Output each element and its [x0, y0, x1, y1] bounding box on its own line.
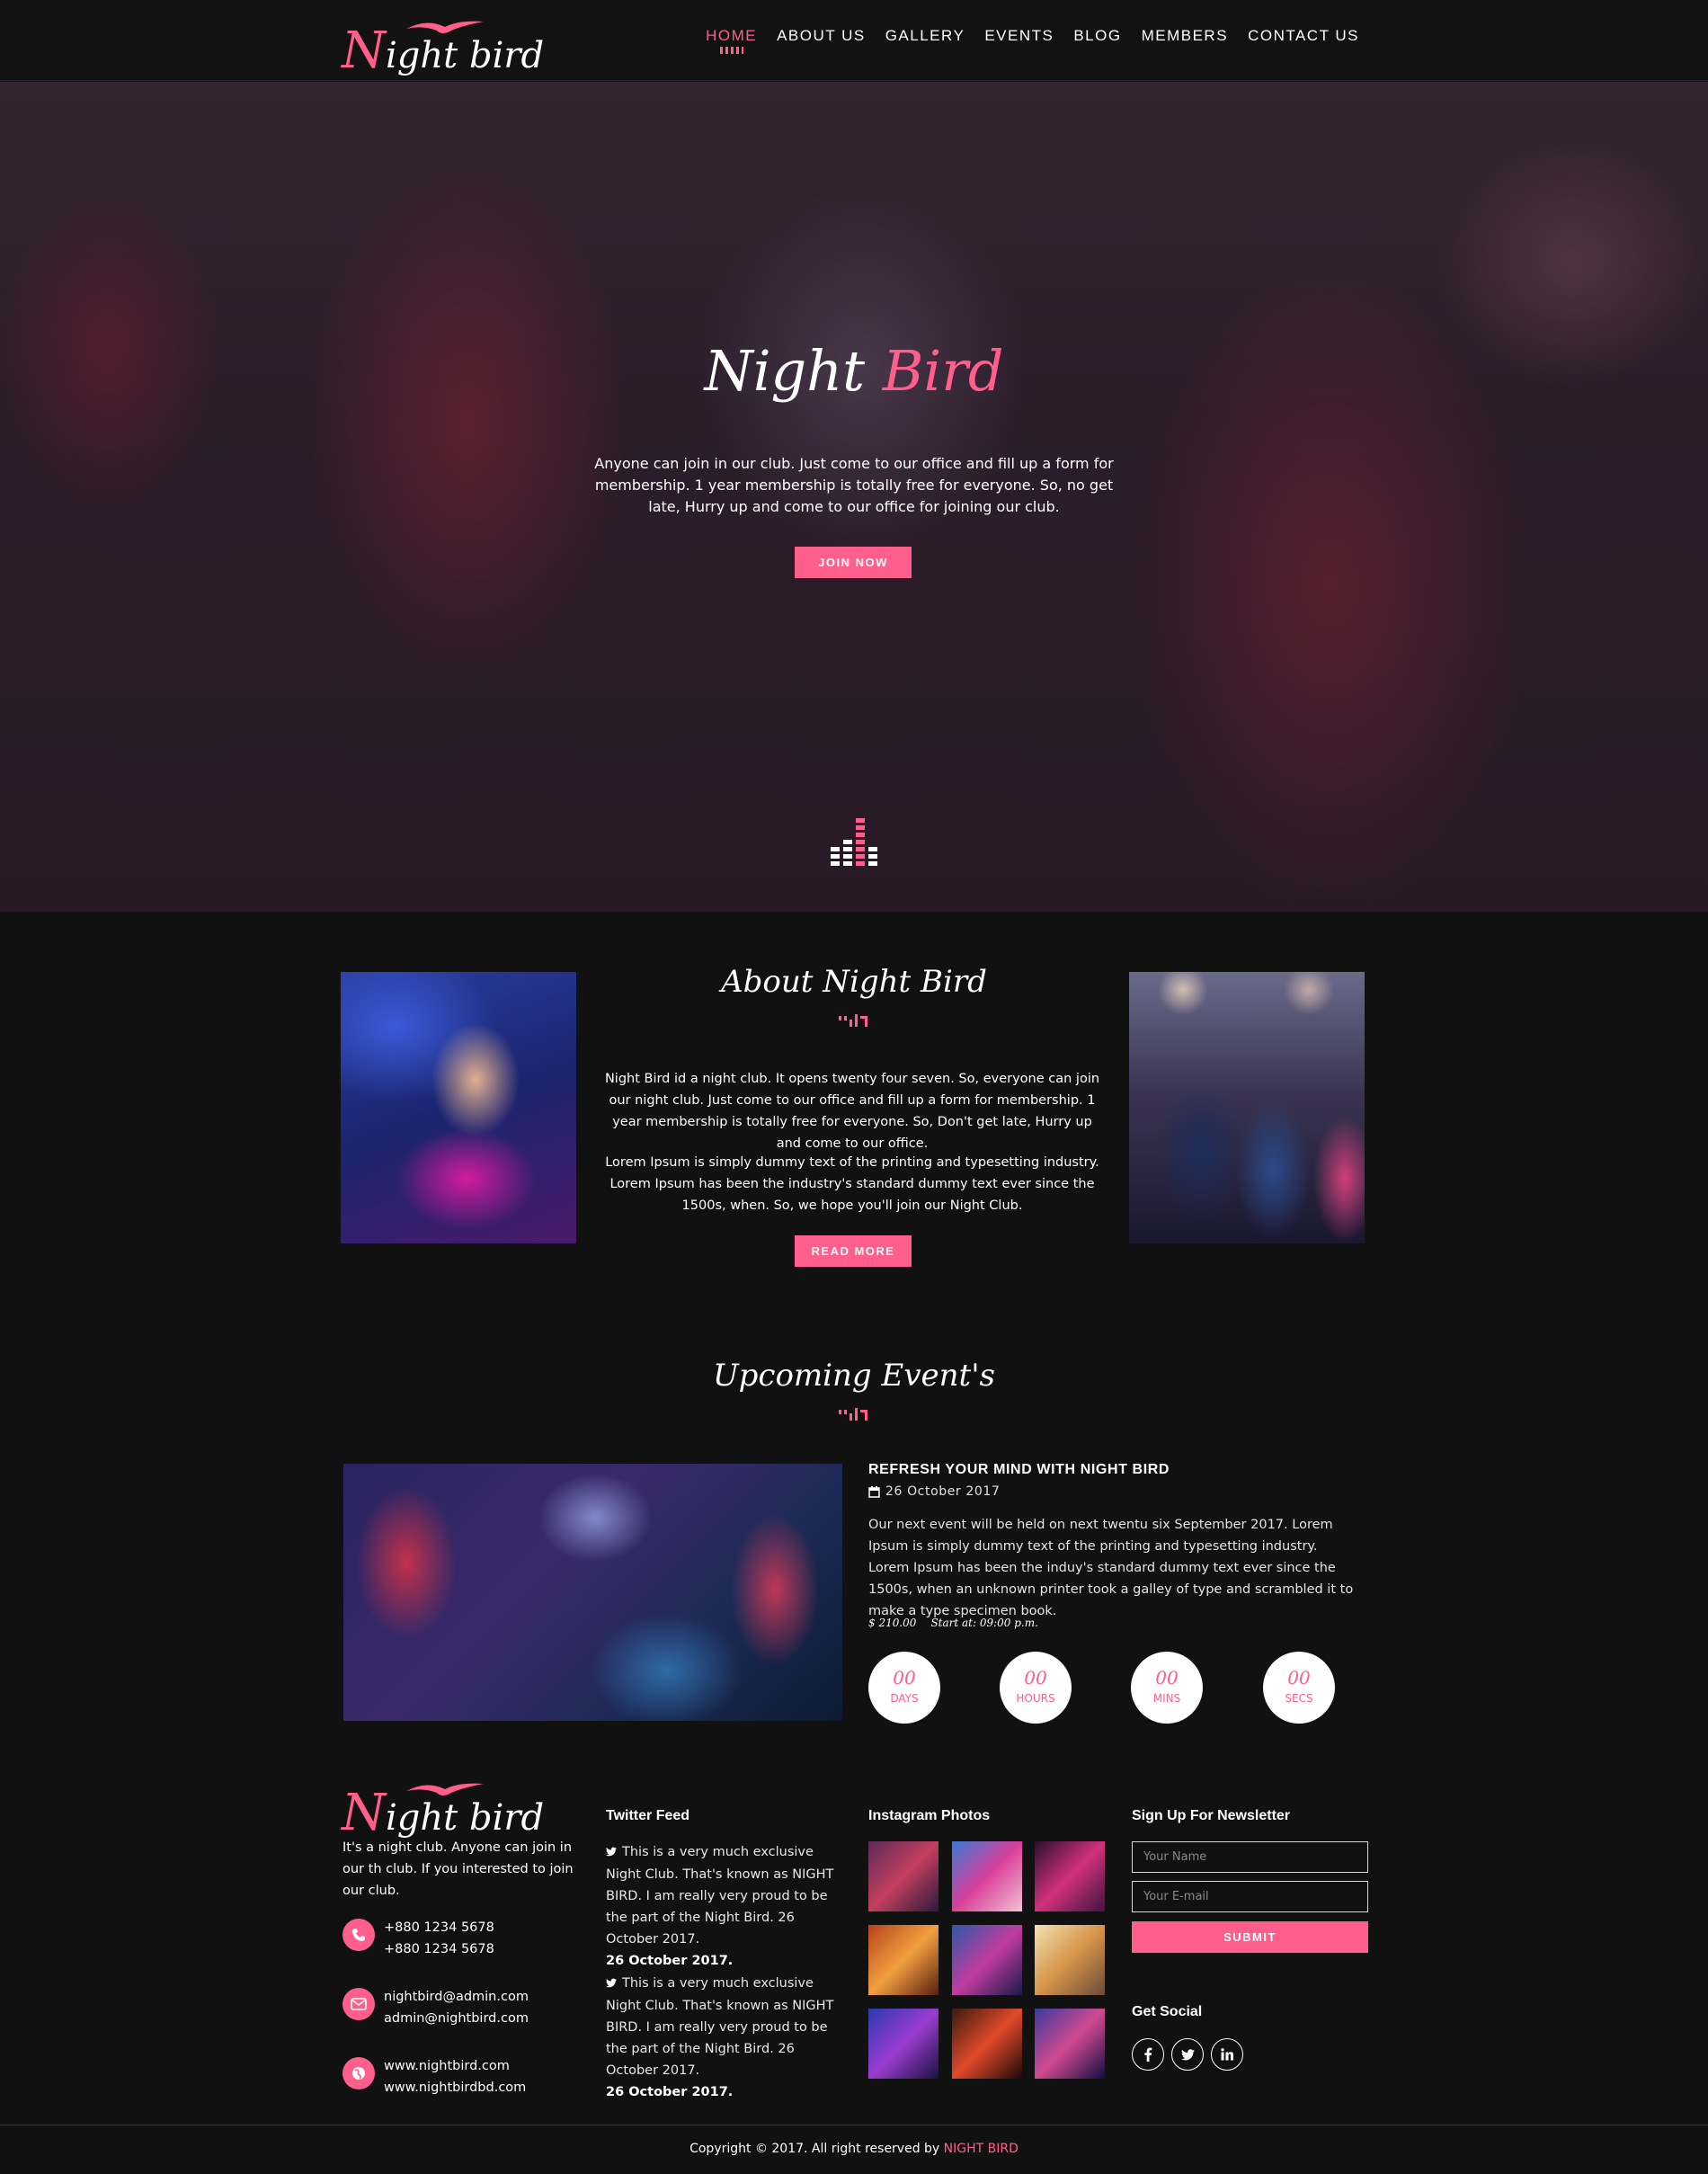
event-meta: $ 210.00 Start at: 09:00 p.m. [868, 1617, 1038, 1629]
facebook-icon[interactable] [1132, 2038, 1164, 2071]
submit-button[interactable]: SUBMIT [1132, 1921, 1368, 1953]
about-photo-left [341, 972, 576, 1243]
copyright-text: Copyright © 2017. All right reserved by … [689, 2142, 1019, 2156]
twitter-icon[interactable] [1171, 2038, 1204, 2071]
countdown-days: 00 DAYS [868, 1652, 940, 1724]
copyright-brand-link[interactable]: NIGHT BIRD [944, 2142, 1019, 2156]
hero-title: Night Bird [704, 338, 1004, 404]
about-paragraph-1: Night Bird id a night club. It opens twe… [604, 1072, 1100, 1151]
instagram-heading: Instagram Photos [868, 1808, 991, 1823]
event-description: Our next event will be held on next twen… [868, 1518, 1354, 1618]
footer-about-text: It's a night club. Anyone can join in ou… [342, 1840, 574, 1898]
instagram-photo[interactable] [952, 2009, 1022, 2079]
about-title: About Night Bird [721, 964, 987, 1000]
event-start-time: Start at: 09:00 p.m. [930, 1617, 1038, 1629]
twitter-icon [606, 1974, 617, 1995]
calendar-icon [868, 1485, 880, 1498]
instagram-photo[interactable] [868, 2009, 939, 2079]
countdown-mins: 00 MINS [1131, 1652, 1203, 1724]
join-now-button[interactable]: JOIN NOW [795, 547, 912, 578]
copyright-bar: Copyright © 2017. All right reserved by … [0, 2125, 1708, 2174]
nav-events[interactable]: EVENTS [984, 27, 1054, 54]
instagram-photo[interactable] [868, 1841, 939, 1911]
hero-banner: Night Bird Anyone can join in our club. … [0, 82, 1708, 912]
site-logo[interactable]: Night bird [342, 16, 544, 80]
name-input[interactable]: Your Name [1132, 1841, 1368, 1873]
nav-members[interactable]: MEMBERS [1142, 27, 1228, 54]
twitter-icon [606, 1842, 617, 1864]
instagram-photo[interactable] [952, 1925, 1022, 1995]
event-photo [343, 1464, 842, 1721]
instagram-photo[interactable] [952, 1841, 1022, 1911]
contact-phone: +880 1234 5678 +880 1234 5678 [342, 1917, 494, 1960]
nav-about-us[interactable]: ABOUT US [777, 27, 866, 54]
main-nav: HOME ABOUT US GALLERY EVENTS BLOG MEMBER… [706, 27, 1359, 54]
event-title: REFRESH YOUR MIND WITH NIGHT BIRD [868, 1462, 1170, 1477]
nav-contact-us[interactable]: CONTACT US [1248, 27, 1359, 54]
countdown-hours: 00 HOURS [1000, 1652, 1072, 1724]
get-social-heading: Get Social [1132, 2004, 1203, 2019]
linkedin-icon[interactable] [1211, 2038, 1243, 2071]
instagram-photo[interactable] [1035, 1841, 1105, 1911]
divider-icon [839, 1014, 867, 1027]
twitter-feed-heading: Twitter Feed [606, 1808, 690, 1823]
divider-icon [839, 1408, 867, 1421]
globe-icon [342, 2057, 375, 2089]
instagram-photo[interactable] [1035, 1925, 1105, 1995]
tweet-item: This is a very much exclusive Night Club… [606, 1841, 841, 1972]
nav-blog[interactable]: BLOG [1073, 27, 1121, 54]
newsletter-heading: Sign Up For Newsletter [1132, 1808, 1291, 1823]
phone-2[interactable]: +880 1234 5678 [384, 1938, 494, 1960]
phone-icon [342, 1919, 375, 1951]
events-title: Upcoming Event's [712, 1358, 996, 1394]
event-date: 26 October 2017 [868, 1484, 1000, 1499]
footer-logo[interactable]: Night bird [342, 1778, 544, 1842]
countdown-secs: 00 SECS [1263, 1652, 1335, 1724]
nav-home[interactable]: HOME [706, 27, 757, 54]
equalizer-icon[interactable] [829, 815, 879, 869]
site-header: Night bird HOME ABOUT US GALLERY EVENTS … [0, 0, 1708, 81]
envelope-icon [342, 1988, 375, 2020]
bird-icon [406, 1783, 484, 1795]
about-paragraph-2: Lorem Ipsum is simply dummy text of the … [605, 1155, 1099, 1213]
contact-web: www.nightbird.com www.nightbirdbd.com [342, 2055, 526, 2098]
event-price: $ 210.00 [868, 1617, 917, 1629]
email-1[interactable]: nightbird@admin.com [384, 1986, 529, 2008]
bird-icon [406, 21, 484, 33]
instagram-photo[interactable] [1035, 2009, 1105, 2079]
read-more-button[interactable]: READ MORE [795, 1235, 912, 1267]
phone-1[interactable]: +880 1234 5678 [384, 1917, 494, 1938]
email-input[interactable]: Your E-mail [1132, 1881, 1368, 1912]
about-photo-right [1129, 972, 1365, 1243]
nav-gallery[interactable]: GALLERY [885, 27, 965, 54]
email-2[interactable]: admin@nightbird.com [384, 2008, 529, 2029]
hero-text: Anyone can join in our club. Just come t… [594, 455, 1114, 515]
instagram-photo[interactable] [868, 1925, 939, 1995]
contact-email: nightbird@admin.com admin@nightbird.com [342, 1986, 529, 2029]
tweet-item: This is a very much exclusive Night Club… [606, 1973, 841, 2103]
website-1[interactable]: www.nightbird.com [384, 2055, 526, 2077]
website-2[interactable]: www.nightbirdbd.com [384, 2077, 526, 2098]
